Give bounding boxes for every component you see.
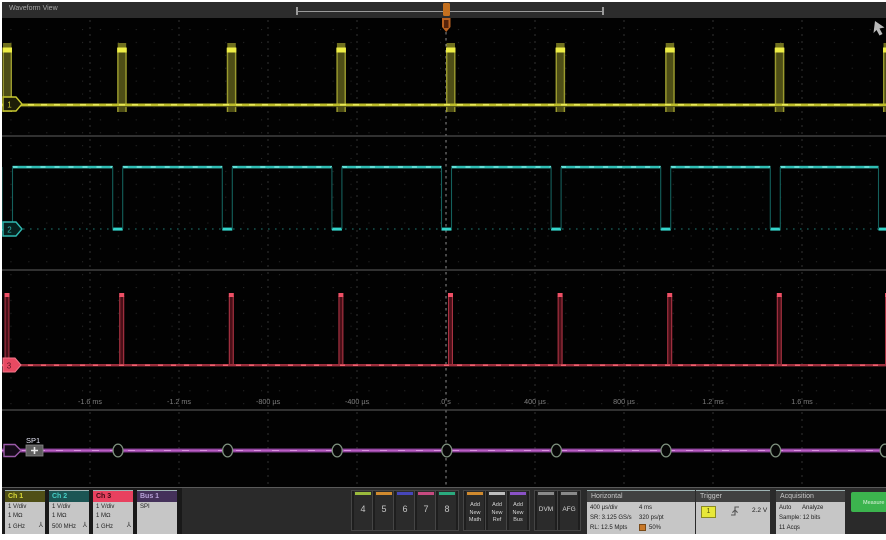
svg-text:-1.6 ms: -1.6 ms [78, 397, 102, 406]
svg-text:-800 µs: -800 µs [256, 397, 281, 406]
svg-text:1.2 ms: 1.2 ms [702, 397, 724, 406]
svg-text:-400 µs: -400 µs [345, 397, 370, 406]
svg-text:2: 2 [7, 226, 12, 235]
svg-text:3: 3 [7, 362, 12, 371]
svg-text:SP1: SP1 [26, 436, 40, 445]
svg-text:0 s: 0 s [441, 397, 451, 406]
svg-text:-1.2 ms: -1.2 ms [167, 397, 191, 406]
svg-text:1.6 ms: 1.6 ms [791, 397, 813, 406]
svg-text:1: 1 [7, 101, 12, 110]
svg-text:400 µs: 400 µs [524, 397, 546, 406]
svg-text:800 µs: 800 µs [613, 397, 635, 406]
